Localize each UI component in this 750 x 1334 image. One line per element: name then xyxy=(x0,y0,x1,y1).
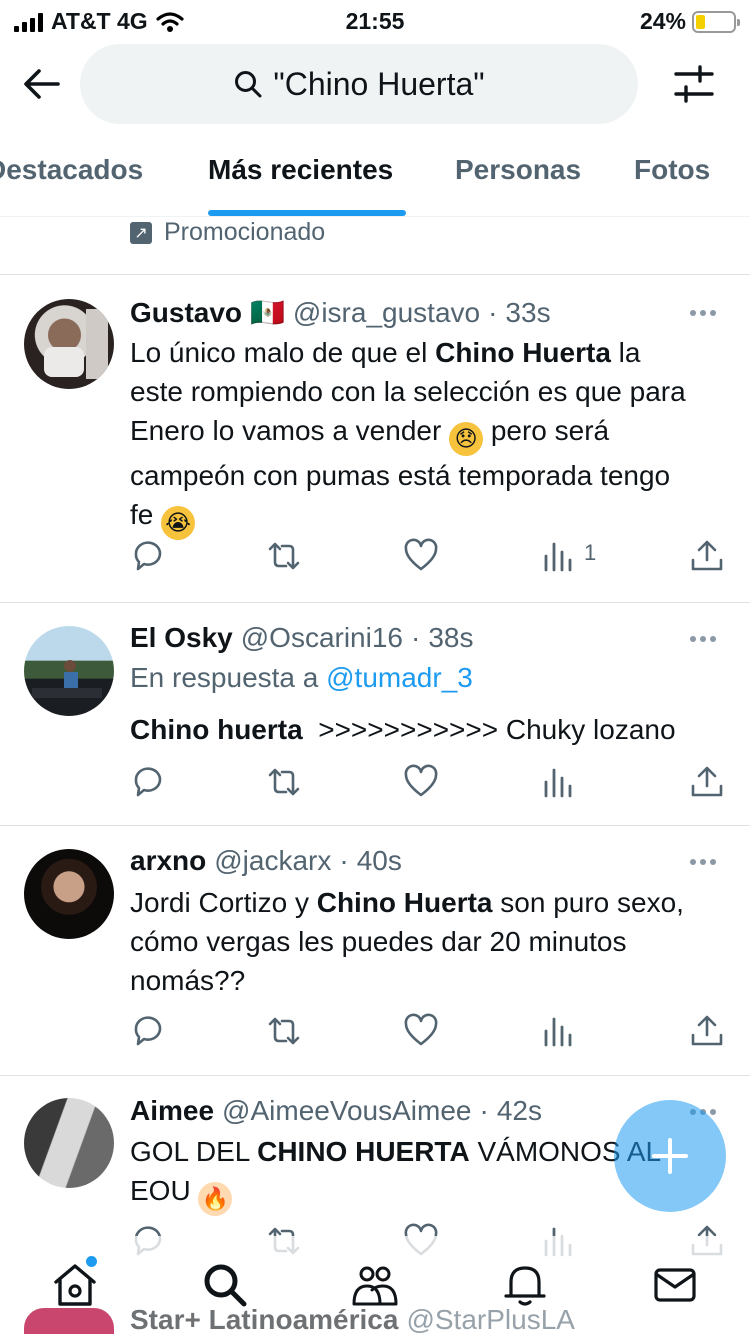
divider xyxy=(0,274,750,275)
author-handle[interactable]: @jackarx xyxy=(214,845,331,877)
author-handle: @StarPlusLA xyxy=(406,1304,575,1334)
search-query: "Chino Huerta" xyxy=(273,65,485,102)
tweet-time[interactable]: 33s xyxy=(505,297,550,329)
reply-context: En respuesta a @tumadr_3 xyxy=(130,662,473,694)
avatar xyxy=(24,1308,114,1334)
tweet-header: Gustavo 🇲🇽 @isra_gustavo · 33s xyxy=(130,296,551,329)
author-handle[interactable]: @Oscarini16 xyxy=(241,622,403,654)
tweet-actions xyxy=(0,764,750,804)
tweet-text: Jordi Cortizo y Chino Huerta son puro se… xyxy=(130,887,684,996)
views-count: 1 xyxy=(584,540,597,565)
promoted-text: Promocionado xyxy=(164,218,326,246)
active-tab-indicator xyxy=(208,210,406,216)
tab-fotos[interactable]: Fotos xyxy=(634,154,710,186)
more-options-icon[interactable] xyxy=(690,636,716,642)
tweet-header: arxno @jackarx · 40s xyxy=(130,845,402,877)
retweet-icon[interactable] xyxy=(266,538,302,574)
compose-tweet-button[interactable] xyxy=(614,1100,726,1212)
search-input[interactable]: "Chino Huerta" xyxy=(80,44,638,124)
promoted-label: ↗ Promocionado xyxy=(130,218,325,247)
separator-dot: · xyxy=(479,1095,489,1126)
divider xyxy=(0,1075,750,1076)
views-icon[interactable] xyxy=(540,764,576,800)
share-icon[interactable] xyxy=(689,764,725,800)
reply-icon[interactable] xyxy=(130,1013,166,1049)
separator-dot: · xyxy=(488,296,498,328)
author-name[interactable]: El Osky xyxy=(130,622,233,654)
status-bar: AT&T 4G 21:55 24% xyxy=(0,0,750,40)
retweet-icon[interactable] xyxy=(266,1013,302,1049)
tweet-time[interactable]: 38s xyxy=(428,622,473,654)
tweet-time[interactable]: 40s xyxy=(357,845,402,877)
new-content-dot xyxy=(86,1256,97,1267)
share-icon[interactable] xyxy=(689,538,725,574)
next-tweet-preview[interactable]: Star+ Latinoamérica @StarPlusLA xyxy=(0,1300,750,1334)
retweet-icon[interactable] xyxy=(266,764,302,800)
battery-icon xyxy=(692,10,740,33)
fire-emoji: 🔥 xyxy=(198,1182,233,1216)
separator-dot: · xyxy=(411,622,421,653)
disappointed-emoji: 😞 xyxy=(449,422,484,456)
plus-icon xyxy=(652,1138,688,1174)
views-icon[interactable] xyxy=(540,1013,576,1049)
tweet[interactable]: El Osky @Oscarini16 · 38s En respuesta a… xyxy=(0,622,750,824)
like-icon[interactable] xyxy=(403,538,439,574)
avatar[interactable] xyxy=(24,849,114,939)
reply-prefix: En respuesta a xyxy=(130,662,319,693)
tweet-text: Chino huerta >>>>>>>>>>> Chuky lozano xyxy=(130,714,676,745)
more-options-icon[interactable] xyxy=(690,859,716,865)
author-name[interactable]: Gustavo xyxy=(130,297,242,329)
flag-emoji: 🇲🇽 xyxy=(250,297,285,328)
author-handle[interactable]: @AimeeVousAimee xyxy=(222,1095,471,1127)
author-name: Star+ Latinoamérica xyxy=(130,1304,399,1334)
divider xyxy=(0,602,750,603)
back-arrow-icon[interactable] xyxy=(20,62,64,106)
avatar[interactable] xyxy=(24,1098,114,1188)
battery-percent: 24% xyxy=(639,8,686,34)
tab-mas-recientes[interactable]: Más recientes xyxy=(208,154,393,186)
tweet[interactable]: Gustavo 🇲🇽 @isra_gustavo · 33s Lo único … xyxy=(0,296,750,602)
search-tabs: Destacados Más recientes Personas Fotos xyxy=(0,140,750,217)
clock: 21:55 xyxy=(345,8,405,34)
divider xyxy=(0,825,750,826)
battery-group: 24% xyxy=(639,8,740,35)
like-icon[interactable] xyxy=(403,764,439,800)
share-icon[interactable] xyxy=(689,1013,725,1049)
tab-destacados[interactable]: Destacados xyxy=(0,154,143,186)
filter-settings-icon[interactable] xyxy=(672,62,716,106)
tweet-time[interactable]: 42s xyxy=(497,1095,542,1127)
next-tweet-header: Star+ Latinoamérica @StarPlusLA xyxy=(130,1304,575,1334)
promoted-arrow-icon: ↗ xyxy=(130,221,152,244)
reply-icon[interactable] xyxy=(130,764,166,800)
search-icon xyxy=(235,71,262,98)
tweet-actions xyxy=(0,1013,750,1053)
tab-personas[interactable]: Personas xyxy=(455,154,581,186)
reply-mention-link[interactable]: @tumadr_3 xyxy=(326,662,473,693)
author-name[interactable]: arxno xyxy=(130,845,206,877)
crying-emoji: 😭 xyxy=(161,506,196,540)
reply-icon[interactable] xyxy=(130,538,166,574)
author-name[interactable]: Aimee xyxy=(130,1095,214,1127)
views-icon[interactable] xyxy=(540,538,576,574)
more-options-icon[interactable] xyxy=(690,310,716,316)
separator-dot: · xyxy=(339,845,349,876)
tweet-header: Aimee @AimeeVousAimee · 42s xyxy=(130,1095,542,1127)
tweet-text: Lo único malo de que el Chino Huerta la … xyxy=(130,333,730,540)
like-icon[interactable] xyxy=(403,1013,439,1049)
tweet[interactable]: arxno @jackarx · 40s Jordi Cortizo y Chi… xyxy=(0,845,750,1075)
author-handle[interactable]: @isra_gustavo xyxy=(293,297,480,329)
tweet-header: El Osky @Oscarini16 · 38s xyxy=(130,622,473,654)
tweet-actions: 1 xyxy=(0,538,750,578)
avatar[interactable] xyxy=(24,299,114,389)
avatar[interactable] xyxy=(24,626,114,716)
